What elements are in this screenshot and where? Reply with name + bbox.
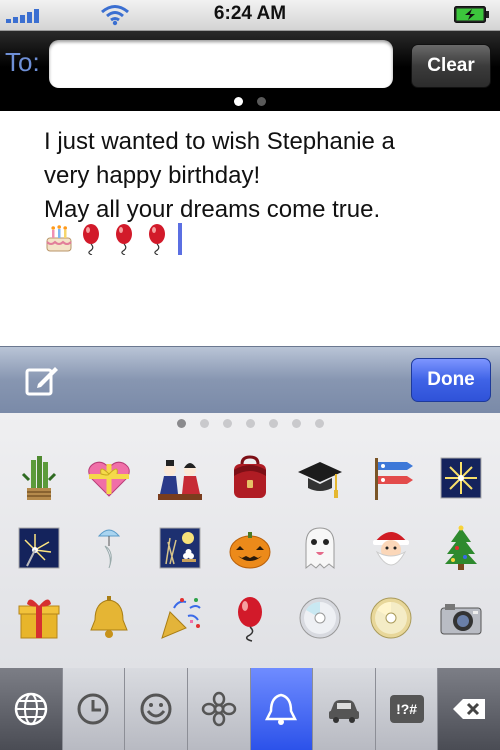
emoji-key-wind-chime[interactable] (83, 522, 135, 574)
emoji-key-kadomatsu[interactable] (13, 452, 65, 504)
category-tab-places[interactable] (312, 668, 375, 750)
emoji-key-balloon[interactable] (224, 592, 276, 644)
emoji-key-fireworks[interactable] (435, 452, 487, 504)
page-dot (176, 419, 186, 428)
emoji-page-indicator (0, 419, 500, 428)
to-label: To: (5, 47, 40, 77)
category-tab-symbols[interactable]: !?# (374, 668, 438, 750)
balloon-icon (237, 597, 262, 642)
emoji-key-hina-dolls[interactable] (154, 452, 206, 504)
emoji-key-cd[interactable] (294, 592, 346, 644)
emoji-key-moon-ceremony[interactable] (154, 522, 206, 574)
emoji-keyboard (0, 413, 500, 668)
symbols-icon: !?# (389, 695, 424, 723)
school-bag-icon (233, 455, 266, 498)
balloon-icon (116, 224, 132, 255)
dvd-icon (370, 597, 412, 639)
category-tab-recent[interactable] (61, 668, 125, 750)
emoji-key-carp-streamer[interactable] (365, 452, 417, 504)
graduation-cap-icon (298, 462, 343, 498)
delete-button[interactable] (437, 668, 500, 750)
bell-icon (265, 693, 298, 725)
moon-ceremony-icon (159, 527, 201, 569)
keyboard-toolbar: Done (0, 346, 500, 414)
page-dot (291, 419, 301, 428)
carp-streamer-icon (374, 458, 413, 500)
message-emoji (44, 222, 182, 256)
smiley-icon (140, 693, 172, 725)
camera-icon (440, 604, 482, 635)
emoji-key-ghost[interactable] (294, 522, 346, 574)
balloon-icon (83, 224, 99, 255)
fireworks-icon (440, 457, 482, 499)
emoji-category-bar: !?# (0, 668, 500, 750)
delete-icon (453, 699, 486, 719)
kadomatsu-icon (22, 456, 57, 500)
emoji-key-sparkler[interactable] (13, 522, 65, 574)
cd-icon (299, 597, 341, 639)
category-tab-objects[interactable] (249, 668, 313, 750)
text-cursor (178, 223, 182, 255)
party-popper-icon (160, 598, 201, 639)
to-field[interactable] (49, 40, 393, 88)
emoji-key-jack-o-lantern[interactable] (224, 522, 276, 574)
flower-icon (201, 691, 236, 727)
gift-heart-icon (88, 461, 131, 497)
ghost-icon (305, 527, 335, 570)
page-indicator (0, 97, 500, 106)
status-bar: 6:24 AM (0, 0, 500, 31)
emoji-key-graduation-cap[interactable] (294, 452, 346, 504)
emoji-key-bell[interactable] (83, 592, 135, 644)
page-dot (234, 97, 243, 106)
emoji-key-gift[interactable] (13, 592, 65, 644)
hina-dolls-icon (157, 460, 202, 500)
message-line: I just wanted to wish Stephanie a (44, 128, 395, 155)
done-button[interactable]: Done (411, 358, 491, 402)
message-text[interactable]: I just wanted to wish Stephanie a very h… (44, 125, 484, 227)
symbols-label: !?# (396, 701, 418, 717)
page-dot (245, 419, 255, 428)
emoji-grid (0, 443, 500, 653)
santa-icon (372, 532, 409, 566)
christmas-tree-icon (444, 525, 477, 570)
clear-button[interactable]: Clear (411, 44, 491, 88)
emoji-key-gift-heart[interactable] (83, 452, 135, 504)
emoji-row (0, 513, 500, 583)
globe-icon (14, 692, 48, 726)
recent-clock-icon (77, 693, 109, 725)
emoji-key-party-popper[interactable] (154, 592, 206, 644)
recipient-bar: To: Clear (0, 31, 500, 111)
page-dot (314, 419, 324, 428)
emoji-key-school-bag[interactable] (224, 452, 276, 504)
gift-icon (18, 599, 60, 639)
status-time: 6:24 AM (213, 3, 287, 24)
jack-o-lantern-icon (229, 532, 271, 569)
emoji-key-camera[interactable] (435, 592, 487, 644)
page-dot (222, 419, 232, 428)
globe-button[interactable] (0, 668, 62, 750)
category-tab-nature[interactable] (186, 668, 250, 750)
message-line: very happy birthday! (44, 162, 261, 189)
balloon-icon (149, 224, 165, 255)
emoji-key-dvd[interactable] (365, 592, 417, 644)
compose-icon[interactable] (24, 363, 60, 397)
sparkler-icon (18, 527, 60, 569)
battery-charging-icon (454, 6, 489, 23)
emoji-key-santa[interactable] (365, 522, 417, 574)
car-icon (328, 700, 359, 723)
page-dot (257, 97, 266, 106)
wind-chime-icon (98, 529, 121, 569)
category-tab-people[interactable] (124, 668, 187, 750)
emoji-key-christmas-tree[interactable] (435, 522, 487, 574)
page-dot (268, 419, 278, 428)
birthday-cake-icon (46, 225, 72, 252)
emoji-row (0, 443, 500, 513)
bell-icon (90, 596, 129, 638)
message-body[interactable]: I just wanted to wish Stephanie a very h… (0, 111, 500, 346)
emoji-row (0, 583, 500, 653)
page-dot (199, 419, 209, 428)
